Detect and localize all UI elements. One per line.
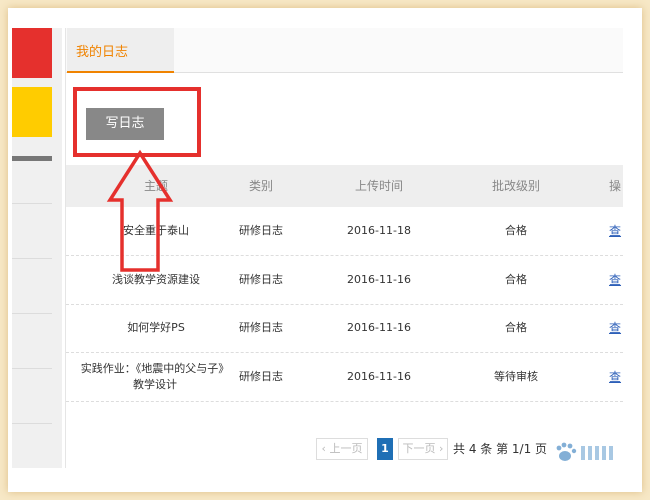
paw-icon (556, 442, 613, 461)
annotation-overlay (73, 87, 201, 272)
highlight-box (73, 87, 201, 157)
arrow-up-icon (106, 149, 174, 272)
